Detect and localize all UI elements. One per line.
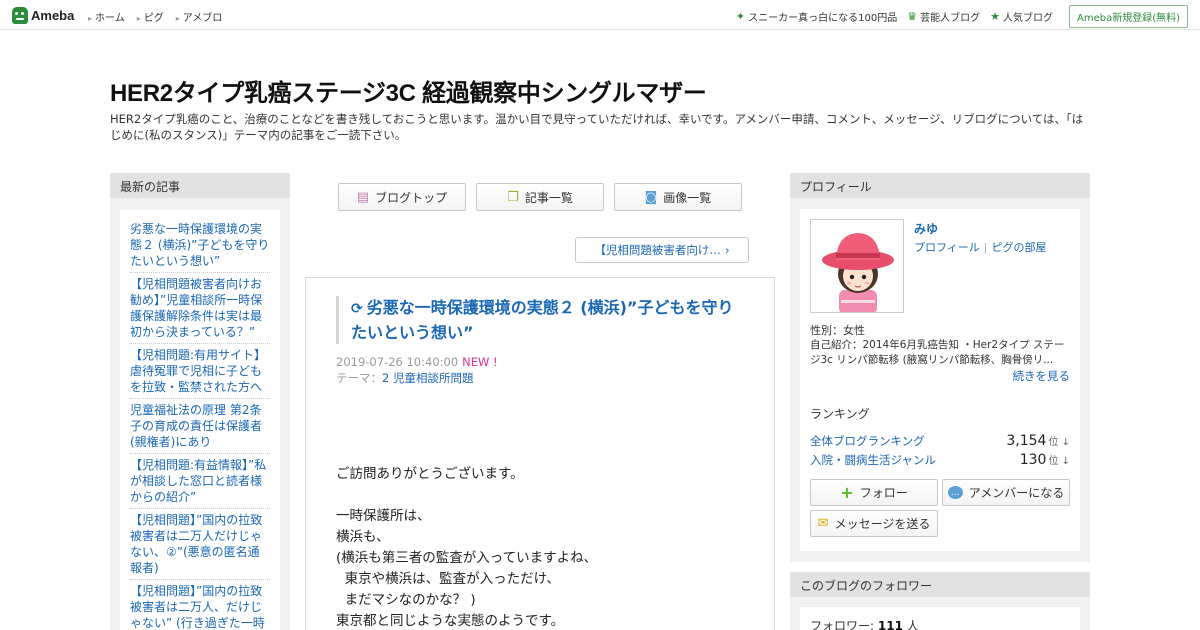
followers-unit: 人 xyxy=(906,619,919,630)
plus-icon: + xyxy=(840,483,854,502)
article-body: ご訪問ありがとうございます。 一時保護所は、 横浜も、 (横浜も第三者の監査が入… xyxy=(336,466,598,629)
recent-article-item[interactable]: 【児相問題被害者向けお勧め】”児童相談所一時保護保護解除条件は実は最初から決まっ… xyxy=(130,273,270,344)
blog-description: HER2タイプ乳癌のこと、治療のことなどを書き残しておこうと思います。温かい目で… xyxy=(110,112,1084,142)
follow-button[interactable]: + フォロー xyxy=(810,479,938,506)
register-button[interactable]: Ameba新規登録(無料) xyxy=(1068,5,1188,28)
tab-article-list[interactable]: ❐ 記事一覧 xyxy=(476,183,604,211)
recent-article-item[interactable]: 劣悪な一時保護環境の実態２ (横浜)”子どもを守りたいという想い” xyxy=(130,218,270,273)
ranking-heading: ランキング xyxy=(810,407,870,421)
sparkle-icon: ✦ xyxy=(735,10,746,23)
ranking-overall-unit: 位 ↓ xyxy=(1048,437,1070,448)
theme-link[interactable]: 2 児童相談所問題 xyxy=(382,371,473,385)
follow-button-label: フォロー xyxy=(859,486,908,500)
tab-image-list-label: 画像一覧 xyxy=(663,190,712,205)
next-article-link[interactable]: 【児相問題被害者向け… › xyxy=(575,237,749,263)
recent-article-item[interactable]: 【児相問題:有益情報】”私が相談した窓口と読者様からの紹介” xyxy=(130,454,270,509)
blog-top-icon: ▤ xyxy=(356,189,370,205)
blog-tabs: ▤ ブログトップ ❐ 記事一覧 ◙ 画像一覧 xyxy=(338,183,742,211)
sneaker-link-label: スニーカー真っ白になる100円品 xyxy=(748,13,898,24)
mail-icon: ✉ xyxy=(817,516,829,531)
profile-panel: みゆ プロフィール | ピグの部屋 性別：女性 自己紹介：2014年6月乳癌告知 ・… xyxy=(790,198,1090,562)
sneaker-link[interactable]: ✦ スニーカー真っ白になる100円品 xyxy=(736,9,897,24)
popular-blog-link[interactable]: ★ 人気ブログ xyxy=(990,9,1053,24)
nav-ameblo[interactable]: アメブロ xyxy=(176,9,223,24)
top-nav: ホーム ピグ アメブロ xyxy=(88,9,222,24)
blog-title[interactable]: HER2タイプ乳癌ステージ3C 経過観察中シングルマザー xyxy=(110,73,707,108)
tab-article-list-label: 記事一覧 xyxy=(524,190,573,205)
ranking-overall-label[interactable]: 全体ブログランキング xyxy=(810,433,925,449)
followers-heading: このブログのフォロワー xyxy=(790,572,1090,597)
theme-label: テーマ： xyxy=(336,371,382,385)
recent-articles-heading: 最新の記事 xyxy=(110,173,290,198)
celebrity-blog-label: 芸能人ブログ xyxy=(920,13,981,24)
ranking-genre-unit: 位 ↓ xyxy=(1048,456,1070,467)
recent-articles-list: 劣悪な一時保護環境の実態２ (横浜)”子どもを守りたいという想い” 【児相問題被… xyxy=(120,210,280,630)
profile-card: みゆ プロフィール | ピグの部屋 性別：女性 自己紹介：2014年6月乳癌告知 ・… xyxy=(800,209,1080,551)
profile-heading: プロフィール xyxy=(790,173,1090,198)
camera-icon: ◙ xyxy=(644,189,658,205)
ranking-row-overall: 全体ブログランキング 3,154 位 ↓ xyxy=(810,433,1070,449)
message-button-label: メッセージを送る xyxy=(834,517,931,531)
amember-button-label: アメンバーになる xyxy=(968,486,1065,500)
crown-icon: ♛ xyxy=(907,10,918,23)
recent-article-item[interactable]: 【児相問題】”国内の拉致被害者は二万人だけじゃない、②”(悪意の匿名通報者) xyxy=(130,509,270,580)
tab-blog-top-label: ブログトップ xyxy=(375,190,448,205)
amember-button[interactable]: … アメンバーになる xyxy=(942,479,1070,506)
ranking-genre-label[interactable]: 入院・闘病生活ジャンル xyxy=(810,452,936,468)
ranking-genre-value: 130 xyxy=(1019,452,1047,468)
article: ⟳ 劣悪な一時保護環境の実態２ (横浜)”子どもを守りたいという想い” 2019-… xyxy=(305,277,775,630)
recent-article-item[interactable]: 児童福祉法の原理 第2条 子の育成の責任は保護者(親権者)にあり xyxy=(130,399,270,454)
nav-pig[interactable]: ピグ xyxy=(137,9,164,24)
profile-link[interactable]: プロフィール xyxy=(914,241,980,254)
read-more-link[interactable]: 続きを見る xyxy=(1013,368,1071,384)
followers-count[interactable]: 111 xyxy=(878,619,903,630)
new-badge: NEW ! xyxy=(462,355,498,369)
followers-label: フォロワー: xyxy=(810,619,875,630)
message-button[interactable]: ✉ メッセージを送る xyxy=(810,510,938,537)
ameba-logo[interactable]: Ameba xyxy=(12,6,74,24)
recent-articles-panel: 劣悪な一時保護環境の実態２ (横浜)”子どもを守りたいという想い” 【児相問題被… xyxy=(110,198,290,630)
top-right-links: ✦ スニーカー真っ白になる100円品 ♛ 芸能人ブログ ★ 人気ブログ Ameb… xyxy=(736,5,1188,28)
profile-gender: 性別：女性 xyxy=(810,324,865,337)
tab-blog-top[interactable]: ▤ ブログトップ xyxy=(338,183,466,211)
top-bar: Ameba ホーム ピグ アメブロ ✦ スニーカー真っ白になる100円品 ♛ 芸… xyxy=(0,0,1200,30)
profile-name[interactable]: みゆ xyxy=(914,220,938,237)
article-title[interactable]: ⟳ 劣悪な一時保護環境の実態２ (横浜)”子どもを守りたいという想い” xyxy=(336,296,746,344)
article-list-icon: ❐ xyxy=(507,189,519,205)
followers-count-row: フォロワー: 111 人 xyxy=(800,607,1080,630)
article-meta: 2019-07-26 10:40:00 NEW ! テーマ：2 児童相談所問題 xyxy=(336,354,498,386)
chevron-right-icon: › xyxy=(724,243,730,257)
article-date: 2019-07-26 10:40:00 xyxy=(336,355,459,369)
ranking-row-genre: 入院・闘病生活ジャンル 130 位 ↓ xyxy=(810,452,1070,468)
followers-panel: フォロワー: 111 人 xyxy=(790,597,1090,630)
next-article-label: 【児相問題被害者向け… xyxy=(594,243,721,257)
avatar-illustration xyxy=(811,220,903,312)
link-separator: | xyxy=(983,241,988,254)
ameba-logo-text: Ameba xyxy=(31,7,75,23)
profile-links: プロフィール | ピグの部屋 xyxy=(914,239,1047,255)
recent-article-item[interactable]: 【児相問題】”国内の拉致被害者は二万人、だけじゃない” (行き過ぎた一時 xyxy=(130,580,270,630)
avatar[interactable] xyxy=(810,219,904,313)
popular-blog-label: 人気ブログ xyxy=(1002,13,1053,24)
reblog-icon: ⟳ xyxy=(351,301,363,317)
celebrity-blog-link[interactable]: ♛ 芸能人ブログ xyxy=(907,9,980,24)
star-icon: ★ xyxy=(990,10,1000,23)
pig-room-link[interactable]: ピグの部屋 xyxy=(992,241,1047,254)
ameba-logo-icon xyxy=(12,6,28,24)
ranking-overall-value: 3,154 xyxy=(1006,433,1047,449)
article-title-text: 劣悪な一時保護環境の実態２ (横浜)”子どもを守りたいという想い” xyxy=(351,298,734,342)
recent-article-item[interactable]: 【児相問題:有用サイト】虐待冤罪で児相に子どもを拉致・監禁された方へ xyxy=(130,344,270,399)
chat-icon: … xyxy=(947,486,963,499)
profile-intro: 自己紹介：2014年6月乳癌告知 ・Her2タイプ ステージ3c リンパ節転移 … xyxy=(810,339,1065,366)
tab-image-list[interactable]: ◙ 画像一覧 xyxy=(614,183,742,211)
nav-home[interactable]: ホーム xyxy=(88,9,125,24)
